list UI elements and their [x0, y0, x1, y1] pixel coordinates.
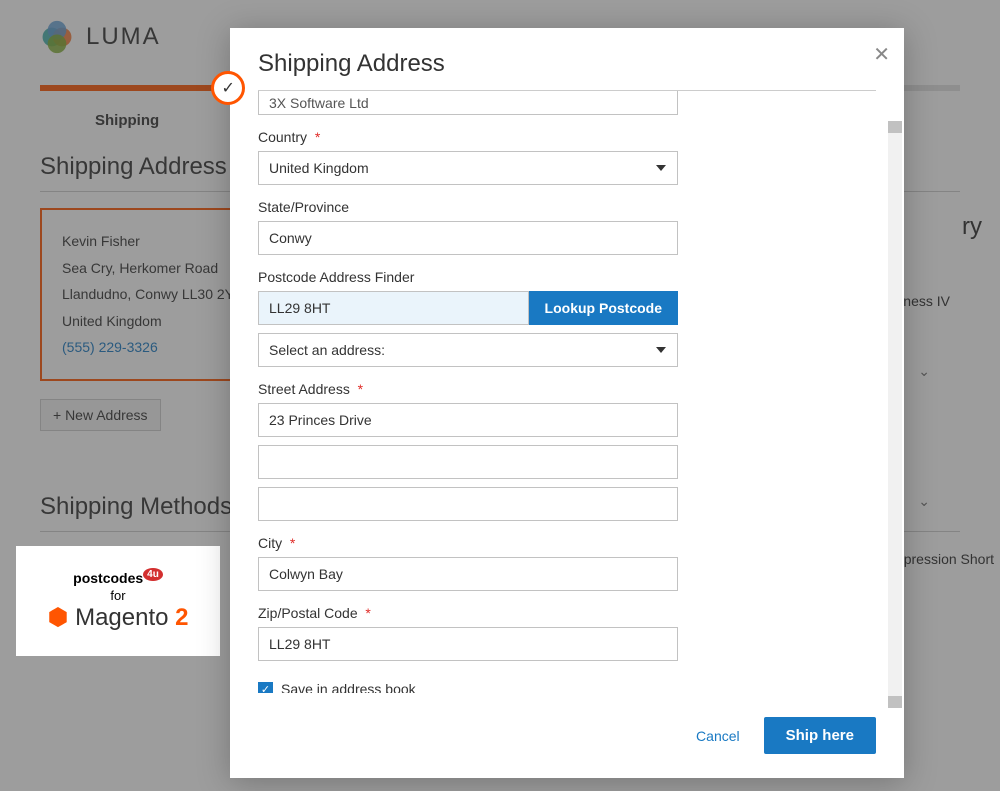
postcode-finder-label: Postcode Address Finder — [258, 269, 876, 285]
lookup-postcode-button[interactable]: Lookup Postcode — [529, 291, 678, 325]
postcode-finder-input[interactable] — [258, 291, 529, 325]
close-icon[interactable]: ✕ — [873, 42, 890, 67]
order-summary-title: ry — [962, 213, 982, 241]
pin-icon: 4u — [143, 568, 163, 581]
city-label: City * — [258, 535, 876, 551]
promo-badge: postcodes4u for ⬢ Magento 2 — [16, 546, 220, 656]
cancel-button[interactable]: Cancel — [696, 728, 740, 744]
address-select[interactable]: Select an address: — [258, 333, 678, 367]
country-select[interactable]: United Kingdom — [258, 151, 678, 185]
progress-node-shipping: ✓ — [211, 71, 245, 105]
check-icon: ✓ — [222, 78, 235, 98]
modal-footer: Cancel Ship here — [230, 693, 904, 778]
street-3-field[interactable] — [258, 487, 678, 521]
save-address-checkbox-row[interactable]: ✓ Save in address book — [258, 681, 876, 693]
state-field[interactable] — [258, 221, 678, 255]
checkbox-checked-icon[interactable]: ✓ — [258, 682, 273, 694]
modal-title: Shipping Address — [230, 28, 904, 90]
modal-body[interactable]: 3X Software Ltd Country * United Kingdom… — [230, 91, 904, 693]
chevron-down-icon[interactable]: ⌄ — [918, 493, 930, 510]
shipping-address-modal: ✕ Shipping Address 3X Software Ltd Count… — [230, 28, 904, 778]
street-2-field[interactable] — [258, 445, 678, 479]
order-summary-item: mpression Short — [892, 551, 994, 567]
company-field[interactable]: 3X Software Ltd — [258, 91, 678, 115]
scrollbar-track[interactable] — [888, 121, 902, 708]
order-summary-item: ness IV — [903, 293, 950, 309]
street-label: Street Address * — [258, 381, 876, 397]
city-field[interactable] — [258, 557, 678, 591]
zip-field[interactable] — [258, 627, 678, 661]
save-address-label: Save in address book — [281, 681, 416, 693]
scrollbar-up-icon[interactable] — [888, 121, 902, 133]
scrollbar-down-icon[interactable] — [888, 696, 902, 708]
chevron-down-icon[interactable]: ⌄ — [918, 363, 930, 380]
ship-here-button[interactable]: Ship here — [764, 717, 876, 754]
zip-label: Zip/Postal Code * — [258, 605, 876, 621]
state-label: State/Province — [258, 199, 876, 215]
street-1-field[interactable] — [258, 403, 678, 437]
country-label: Country * — [258, 129, 876, 145]
